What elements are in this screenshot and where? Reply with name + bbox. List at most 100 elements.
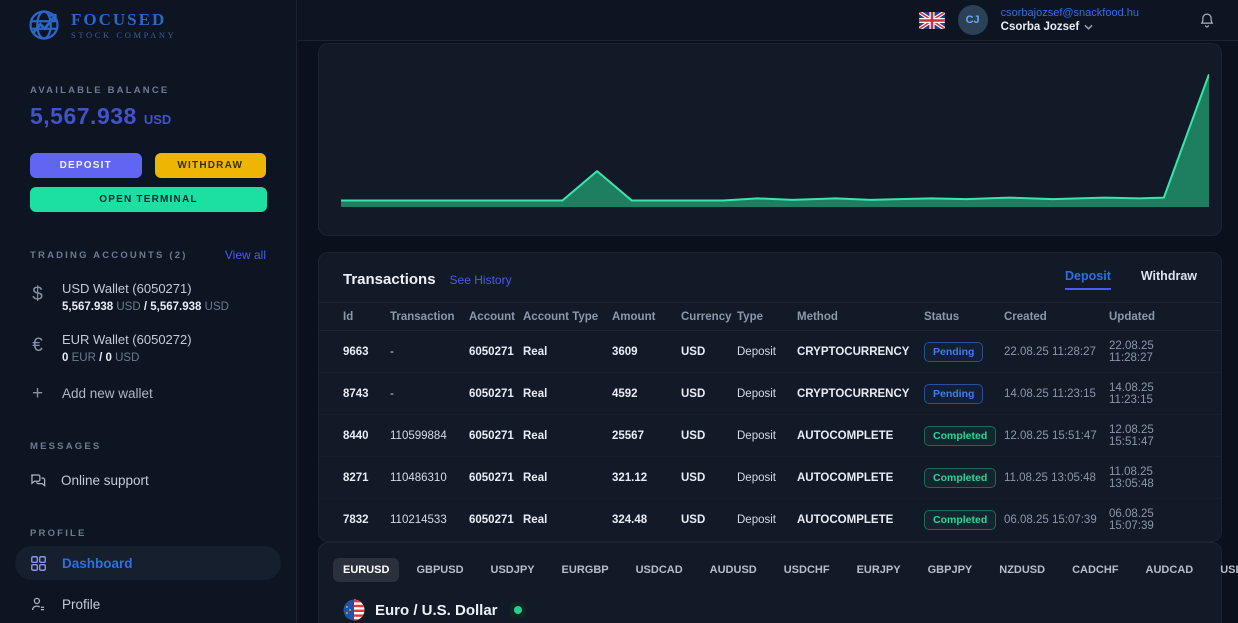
- tab-withdraw[interactable]: Withdraw: [1141, 269, 1197, 290]
- col-amount: Amount: [612, 310, 656, 323]
- cell-account-type: Real: [523, 345, 548, 358]
- brand-logo[interactable]: FOCUSED STOCK COMPANY: [0, 0, 296, 43]
- pair-tab-eurgbp[interactable]: EURGBP: [562, 558, 609, 582]
- status-badge: Completed: [924, 467, 997, 488]
- profile-person-icon: [31, 597, 45, 610]
- online-support-label: Online support: [61, 473, 149, 488]
- cell-status: Completed: [924, 425, 1004, 446]
- wallet-balance: 5,567.938 USD / 5,567.938 USD: [62, 301, 229, 313]
- cell-amount: 25567: [612, 429, 644, 442]
- open-terminal-button[interactable]: OPEN TERMINAL: [30, 187, 267, 212]
- pair-tab-usdjpy[interactable]: USDJPY: [491, 558, 535, 582]
- wallet-item-eur[interactable]: € EUR Wallet (6050272) 0 EUR / 0 USD: [30, 332, 266, 364]
- cell-currency: USD: [681, 345, 706, 358]
- cell-transaction: -: [390, 345, 394, 358]
- balance-chart: [341, 56, 1209, 207]
- sidebar-item-dashboard[interactable]: Dashboard: [15, 546, 281, 580]
- balance-currency: USD: [143, 112, 172, 127]
- cell-account: 6050271: [469, 471, 514, 484]
- transactions-tabs: Deposit Withdraw: [1065, 269, 1197, 290]
- status-dot-icon: [513, 606, 522, 614]
- cell-method: AUTOCOMPLETE: [797, 514, 894, 526]
- notifications-bell-icon[interactable]: [1198, 11, 1216, 30]
- messages-label: MESSAGES: [30, 441, 102, 452]
- sidebar: FOCUSED STOCK COMPANY AVAILABLE BALANCE …: [0, 0, 297, 623]
- see-history-link[interactable]: See History: [450, 273, 512, 287]
- pair-tab-gbpjpy[interactable]: GBPJPY: [928, 558, 973, 582]
- cell-amount: 3609: [612, 345, 638, 358]
- col-method: Method: [797, 310, 838, 323]
- pair-tab-audcad[interactable]: AUDCAD: [1146, 558, 1194, 582]
- pair-title-row: Euro / U.S. Dollar: [343, 599, 1197, 621]
- market-status: [509, 602, 526, 618]
- add-wallet-label: Add new wallet: [62, 386, 153, 401]
- pair-tab-eurusd[interactable]: EURUSD: [333, 558, 400, 582]
- main-content: Transactions See History Deposit Withdra…: [298, 41, 1238, 623]
- cell-amount: 324.48: [612, 514, 648, 526]
- table-row: 8743 - 6050271 Real 4592 USD Deposit CRYPTOCURR…: [319, 373, 1221, 415]
- pair-tab-usdchf[interactable]: USDCHF: [784, 558, 830, 582]
- user-menu[interactable]: csorbajozsef@snackfood.hu Csorba Jozsef: [1001, 7, 1139, 33]
- plus-icon: +: [31, 382, 44, 404]
- col-currency: Currency: [681, 310, 732, 323]
- cell-updated: 06.08.25 15:07:39: [1109, 508, 1154, 532]
- pair-tab-usdpln[interactable]: USDPLN: [1220, 558, 1238, 582]
- cell-account-type: Real: [523, 429, 548, 442]
- cell-account: 6050271: [469, 387, 514, 400]
- language-flag-uk-icon[interactable]: [918, 11, 945, 29]
- dashboard-grid-icon: [31, 555, 46, 571]
- view-all-link[interactable]: View all: [225, 248, 266, 262]
- withdraw-button[interactable]: WITHDRAW: [154, 153, 266, 178]
- globe-logo-icon: [29, 10, 59, 40]
- pair-tab-gbpusd[interactable]: GBPUSD: [416, 558, 463, 582]
- chevron-down-icon: [1084, 24, 1093, 30]
- cell-account: 6050271: [469, 345, 514, 358]
- brand-text: FOCUSED STOCK COMPANY: [71, 11, 176, 40]
- cell-id: 9663: [343, 345, 369, 358]
- transactions-table-body: 9663 - 6050271 Real 3609 USD Deposit CRYPTOCURR…: [319, 331, 1221, 541]
- user-email: csorbajozsef@snackfood.hu: [1000, 7, 1139, 19]
- balance-amount: 5,567.938: [30, 103, 137, 129]
- cell-method: AUTOCOMPLETE: [797, 471, 894, 484]
- cell-method: AUTOCOMPLETE: [797, 429, 894, 442]
- deposit-button[interactable]: DEPOSIT: [30, 153, 142, 178]
- cell-type: Deposit: [737, 429, 776, 442]
- col-status: Status: [924, 310, 960, 323]
- cell-id: 8743: [343, 387, 369, 400]
- table-row: 8271 110486310 6050271 Real 321.12 USD Deposit…: [319, 457, 1221, 499]
- status-badge: Completed: [924, 510, 997, 530]
- cell-created: 11.08.25 13:05:48: [1004, 471, 1096, 484]
- cell-status: Pending: [924, 341, 1004, 362]
- cell-account-type: Real: [523, 514, 548, 526]
- user-name: Csorba Jozsef: [1000, 21, 1080, 33]
- pair-tab-cadchf[interactable]: CADCHF: [1072, 558, 1118, 582]
- pair-tab-eurjpy[interactable]: EURJPY: [857, 558, 901, 582]
- sidebar-item-label: Dashboard: [62, 555, 133, 571]
- chat-icon: [31, 474, 46, 487]
- cell-updated: 22.08.25 11:28:27: [1109, 339, 1154, 364]
- available-balance-value: 5,567.938 USD: [30, 103, 266, 130]
- cell-updated: 12.08.25 15:51:47: [1109, 423, 1154, 448]
- online-support-item[interactable]: Online support: [28, 471, 268, 490]
- table-row: 7832 110214533 6050271 Real 324.48 USD Deposit…: [319, 499, 1221, 541]
- cell-type: Deposit: [737, 471, 776, 484]
- wallet-item-usd[interactable]: $ USD Wallet (6050271) 5,567.938 USD / 5…: [30, 281, 266, 313]
- euro-icon: €: [32, 335, 43, 356]
- cell-created: 06.08.25 15:07:39: [1004, 514, 1097, 526]
- pair-tab-usdcad[interactable]: USDCAD: [636, 558, 683, 582]
- status-badge: Pending: [924, 341, 984, 362]
- cell-account: 6050271: [469, 429, 514, 442]
- add-wallet-button[interactable]: + Add new wallet: [30, 382, 266, 404]
- top-bar: CJ csorbajozsef@snackfood.hu Csorba Jozs…: [298, 0, 1238, 41]
- avatar: CJ: [957, 5, 988, 35]
- pair-title: Euro / U.S. Dollar: [375, 601, 498, 619]
- sidebar-item-profile[interactable]: Profile: [15, 587, 281, 621]
- cell-currency: USD: [681, 471, 706, 484]
- wallet-balance: 0 EUR / 0 USD: [62, 352, 140, 364]
- pair-tab-nzdusd[interactable]: NZDUSD: [999, 558, 1045, 582]
- cell-account: 6050271: [469, 514, 514, 526]
- cell-transaction: 110599884: [390, 429, 447, 442]
- tab-deposit[interactable]: Deposit: [1065, 269, 1111, 290]
- pair-tab-audusd[interactable]: AUDUSD: [710, 558, 757, 582]
- cell-created: 22.08.25 11:28:27: [1004, 345, 1096, 358]
